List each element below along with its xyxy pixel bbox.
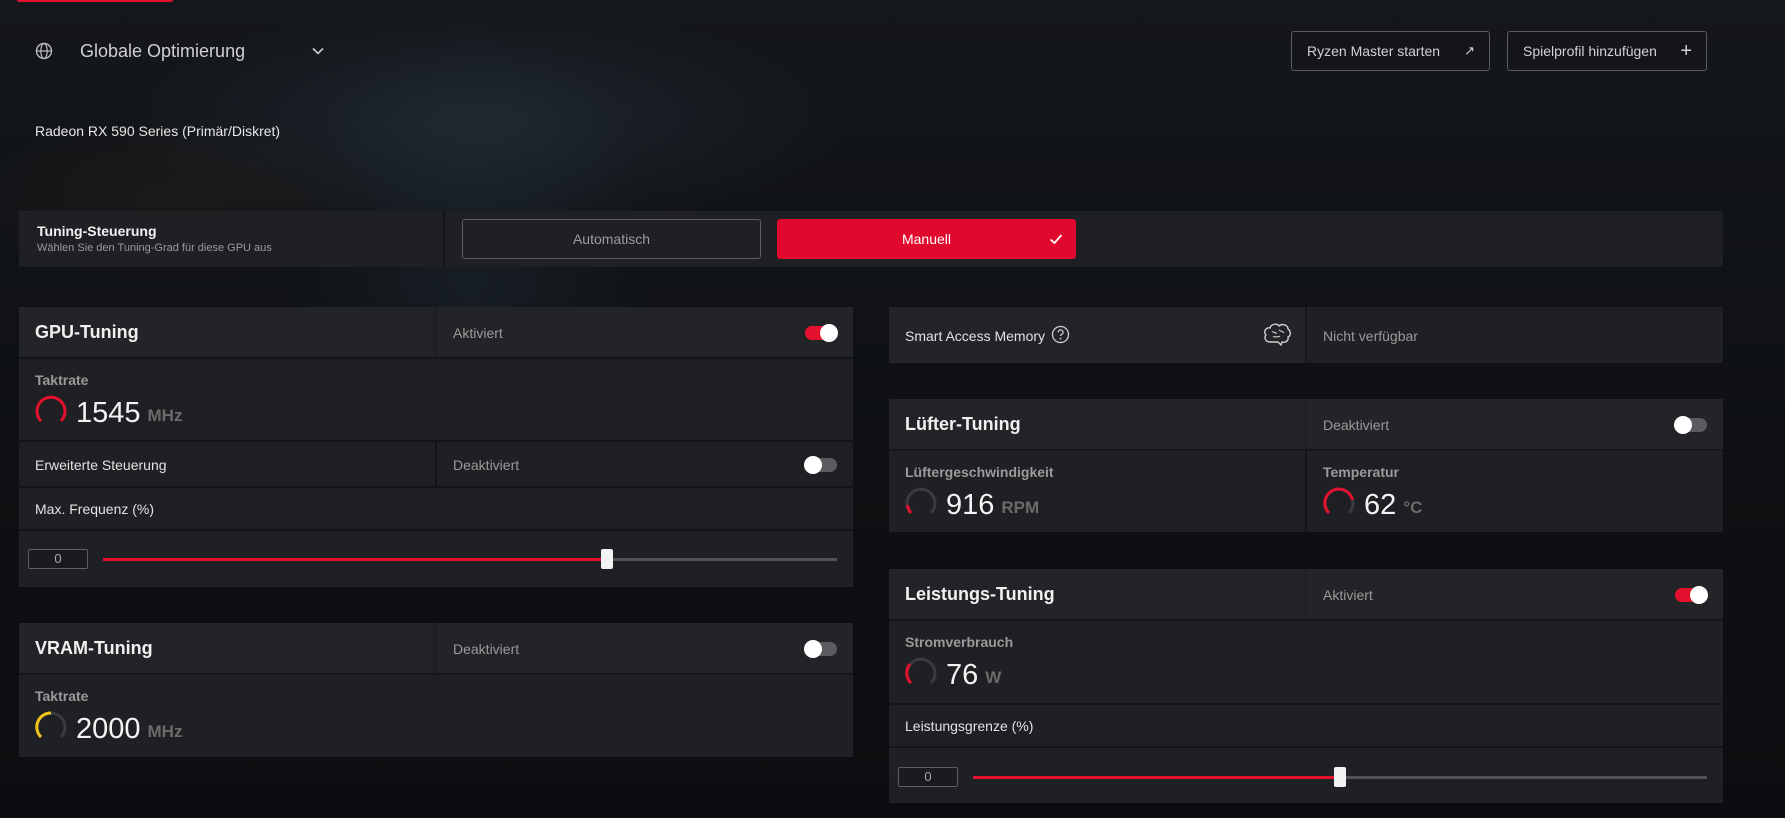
temperature-label: Temperatur: [1323, 464, 1399, 480]
power-consumption-value: 76: [946, 659, 979, 691]
advanced-control-status: Deaktiviert: [453, 457, 520, 473]
divider: [889, 619, 1723, 621]
add-game-profile-label: Spielprofil hinzufügen: [1523, 43, 1657, 59]
power-tuning-status: Aktiviert: [1323, 587, 1373, 603]
divider: [889, 746, 1723, 748]
add-game-profile-button[interactable]: Spielprofil hinzufügen +: [1507, 31, 1707, 71]
smart-access-memory-status: Nicht verfügbar: [1323, 328, 1418, 344]
gpu-tuning-status: Aktiviert: [453, 325, 503, 341]
slider-fill: [973, 776, 1340, 779]
power-limit-slider[interactable]: [973, 767, 1707, 787]
help-icon[interactable]: [1051, 325, 1070, 344]
fan-tuning-toggle[interactable]: [1674, 416, 1707, 434]
ryzen-master-button[interactable]: Ryzen Master starten ↗: [1291, 31, 1490, 71]
max-frequency-label: Max. Frequenz (%): [35, 501, 155, 517]
external-link-icon: ↗: [1464, 43, 1475, 58]
manual-label: Manuell: [901, 231, 952, 247]
power-limit-input[interactable]: 0: [898, 767, 958, 787]
max-frequency-slider[interactable]: [103, 549, 837, 569]
fan-speed-metric: 916 RPM: [904, 486, 1039, 520]
manual-button[interactable]: Manuell: [777, 219, 1076, 259]
chevron-down-icon: [312, 47, 324, 55]
slider-fill: [103, 558, 608, 561]
power-tuning-toggle[interactable]: [1675, 586, 1708, 604]
temperature-metric: 62 °C: [1322, 486, 1422, 520]
gauge-icon: [35, 395, 67, 423]
tuning-control-subtitle: Wählen Sie den Tuning-Grad für diese GPU…: [37, 242, 272, 254]
gpu-clock-unit: MHz: [147, 406, 183, 425]
gpu-clock-value: 1545: [76, 397, 141, 429]
divider: [1305, 451, 1307, 532]
gpu-tuning-toggle[interactable]: [805, 324, 838, 342]
power-consumption-unit: W: [985, 668, 1002, 687]
divider: [19, 357, 853, 359]
tuning-control-title: Tuning-Steuerung: [37, 223, 157, 239]
temperature-value: 62: [1364, 489, 1397, 521]
memory-brain-icon: [1264, 323, 1291, 347]
globe-icon: [35, 42, 53, 60]
gpu-clock-metric: 1545 MHz: [34, 394, 182, 428]
max-frequency-input[interactable]: 0: [28, 549, 88, 569]
vram-tuning-toggle[interactable]: [804, 640, 837, 658]
automatic-label: Automatisch: [572, 231, 651, 247]
device-name: Radeon RX 590 Series (Primär/Diskret): [35, 123, 281, 139]
plus-icon: +: [1680, 40, 1692, 62]
advanced-control-label: Erweiterte Steuerung: [35, 457, 167, 473]
power-tuning-title: Leistungs-Tuning: [905, 584, 1055, 604]
fan-speed-label: Lüftergeschwindigkeit: [905, 464, 1054, 480]
divider: [19, 486, 853, 488]
divider: [1305, 307, 1307, 363]
gpu-tuning-title: GPU-Tuning: [35, 322, 139, 342]
active-tab-indicator: [16, 0, 174, 2]
vram-clock-label: Taktrate: [35, 688, 89, 704]
vram-tuning-title: VRAM-Tuning: [35, 638, 153, 658]
fan-speed-unit: RPM: [1001, 498, 1040, 517]
checkmark-icon: [1049, 234, 1063, 245]
ryzen-master-label: Ryzen Master starten: [1307, 43, 1441, 59]
gauge-icon: [905, 657, 937, 685]
power-consumption-metric: 76 W: [904, 656, 1001, 690]
gauge-icon: [35, 711, 67, 739]
divider: [19, 673, 853, 675]
fan-tuning-status: Deaktiviert: [1323, 417, 1390, 433]
profile-label: Globale Optimierung: [80, 40, 246, 61]
vram-clock-unit: MHz: [147, 722, 183, 741]
vram-tuning-status: Deaktiviert: [453, 641, 520, 657]
temperature-unit: °C: [1403, 498, 1423, 517]
smart-access-memory-label: Smart Access Memory: [905, 328, 1046, 344]
gauge-icon: [905, 487, 937, 515]
vram-clock-metric: 2000 MHz: [34, 710, 182, 744]
fan-speed-value: 916: [946, 489, 995, 521]
slider-thumb[interactable]: [1334, 767, 1346, 787]
power-limit-label: Leistungsgrenze (%): [905, 718, 1034, 734]
profile-dropdown[interactable]: Globale Optimierung: [34, 38, 326, 64]
divider: [443, 211, 445, 267]
adrenalin-window: Globale Optimierung Ryzen Master starten…: [0, 0, 1785, 818]
slider-thumb[interactable]: [601, 549, 614, 569]
gauge-icon: [1323, 487, 1355, 515]
vram-clock-value: 2000: [76, 713, 141, 745]
advanced-control-toggle[interactable]: [804, 456, 837, 474]
automatic-button[interactable]: Automatisch: [462, 219, 761, 259]
divider: [19, 529, 853, 531]
gpu-clock-label: Taktrate: [35, 372, 89, 388]
divider: [435, 442, 437, 486]
power-consumption-label: Stromverbrauch: [905, 634, 1014, 650]
divider: [889, 703, 1723, 705]
fan-tuning-title: Lüfter-Tuning: [905, 414, 1021, 434]
